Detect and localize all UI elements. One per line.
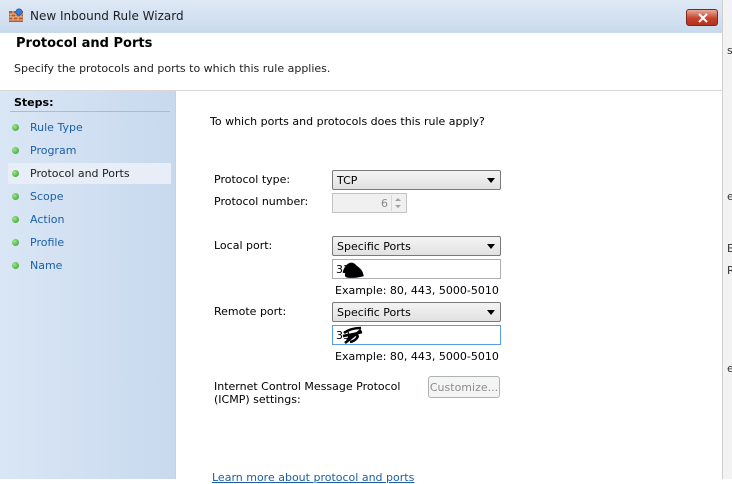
step-label: Protocol and Ports	[30, 167, 130, 180]
window-title: New Inbound Rule Wizard	[30, 9, 184, 23]
background-fragment: e	[727, 362, 732, 375]
step-status-icon	[12, 124, 19, 131]
icmp-label-line1: Internet Control Message Protocol	[214, 380, 401, 393]
protocol-number-stepper[interactable]: 6	[332, 193, 407, 213]
firewall-icon	[9, 8, 23, 22]
step-status-icon	[12, 216, 19, 223]
step-status-icon	[12, 262, 19, 269]
protocol-number-value: 6	[381, 197, 388, 210]
steps-heading: Steps:	[14, 96, 54, 109]
step-name[interactable]: Name	[8, 255, 171, 276]
page-subtitle: Specify the protocols and ports to which…	[14, 62, 331, 75]
background-fragment: R	[727, 264, 732, 277]
chevron-down-icon	[395, 205, 401, 208]
local-port-input[interactable]: 33	[332, 259, 501, 279]
step-status-icon	[12, 147, 19, 154]
main-panel: To which ports and protocols does this r…	[176, 91, 721, 484]
background-fragment: s	[727, 44, 732, 57]
step-label: Scope	[30, 190, 64, 203]
step-label: Rule Type	[30, 121, 83, 134]
question-text: To which ports and protocols does this r…	[210, 115, 485, 128]
local-port-select[interactable]: Specific Ports	[332, 236, 501, 256]
chevron-up-icon	[395, 198, 401, 201]
protocol-type-value: TCP	[337, 174, 358, 187]
background-fragment: e	[727, 190, 732, 203]
learn-more-link[interactable]: Learn more about protocol and ports	[212, 471, 414, 484]
step-label: Name	[30, 259, 63, 272]
local-port-mode: Specific Ports	[337, 240, 411, 253]
remote-port-label: Remote port:	[214, 305, 287, 318]
customize-label: Customize...	[429, 381, 499, 394]
step-protocol-and-ports[interactable]: Protocol and Ports	[8, 163, 171, 184]
icmp-label-line2: (ICMP) settings:	[214, 393, 301, 406]
chevron-down-icon	[487, 244, 495, 249]
step-status-icon	[12, 239, 19, 246]
customize-button[interactable]: Customize...	[428, 376, 500, 398]
background-window-edge: s e E R e	[722, 0, 732, 479]
remote-port-select[interactable]: Specific Ports	[332, 302, 501, 322]
chevron-down-icon	[487, 310, 495, 315]
step-label: Program	[30, 144, 77, 157]
protocol-type-select[interactable]: TCP	[332, 170, 501, 190]
background-fragment: E	[727, 242, 732, 255]
local-port-label: Local port:	[214, 239, 273, 252]
step-action[interactable]: Action	[8, 209, 171, 230]
close-icon	[698, 13, 708, 23]
redaction-scribble	[342, 262, 364, 278]
step-label: Action	[30, 213, 65, 226]
step-status-icon	[12, 193, 19, 200]
stepper-arrows[interactable]	[391, 195, 405, 211]
steps-sidebar: Steps: Rule Type Program Protocol and Po…	[0, 91, 176, 479]
redaction-scribble	[342, 326, 363, 345]
chevron-down-icon	[487, 178, 495, 183]
page-title: Protocol and Ports	[16, 36, 153, 51]
step-label: Profile	[30, 236, 65, 249]
close-button[interactable]	[686, 9, 718, 26]
local-port-example: Example: 80, 443, 5000-5010	[335, 284, 499, 297]
step-status-icon	[12, 170, 19, 177]
step-rule-type[interactable]: Rule Type	[8, 117, 171, 138]
steps-divider	[10, 111, 170, 112]
protocol-type-label: Protocol type:	[214, 173, 291, 186]
step-profile[interactable]: Profile	[8, 232, 171, 253]
remote-port-input[interactable]: 33	[332, 325, 501, 345]
step-scope[interactable]: Scope	[8, 186, 171, 207]
page-header: Protocol and Ports Specify the protocols…	[0, 33, 722, 91]
step-program[interactable]: Program	[8, 140, 171, 161]
remote-port-mode: Specific Ports	[337, 306, 411, 319]
remote-port-example: Example: 80, 443, 5000-5010	[335, 350, 499, 363]
title-bar: New Inbound Rule Wizard	[0, 0, 722, 34]
protocol-number-label: Protocol number:	[214, 195, 309, 208]
